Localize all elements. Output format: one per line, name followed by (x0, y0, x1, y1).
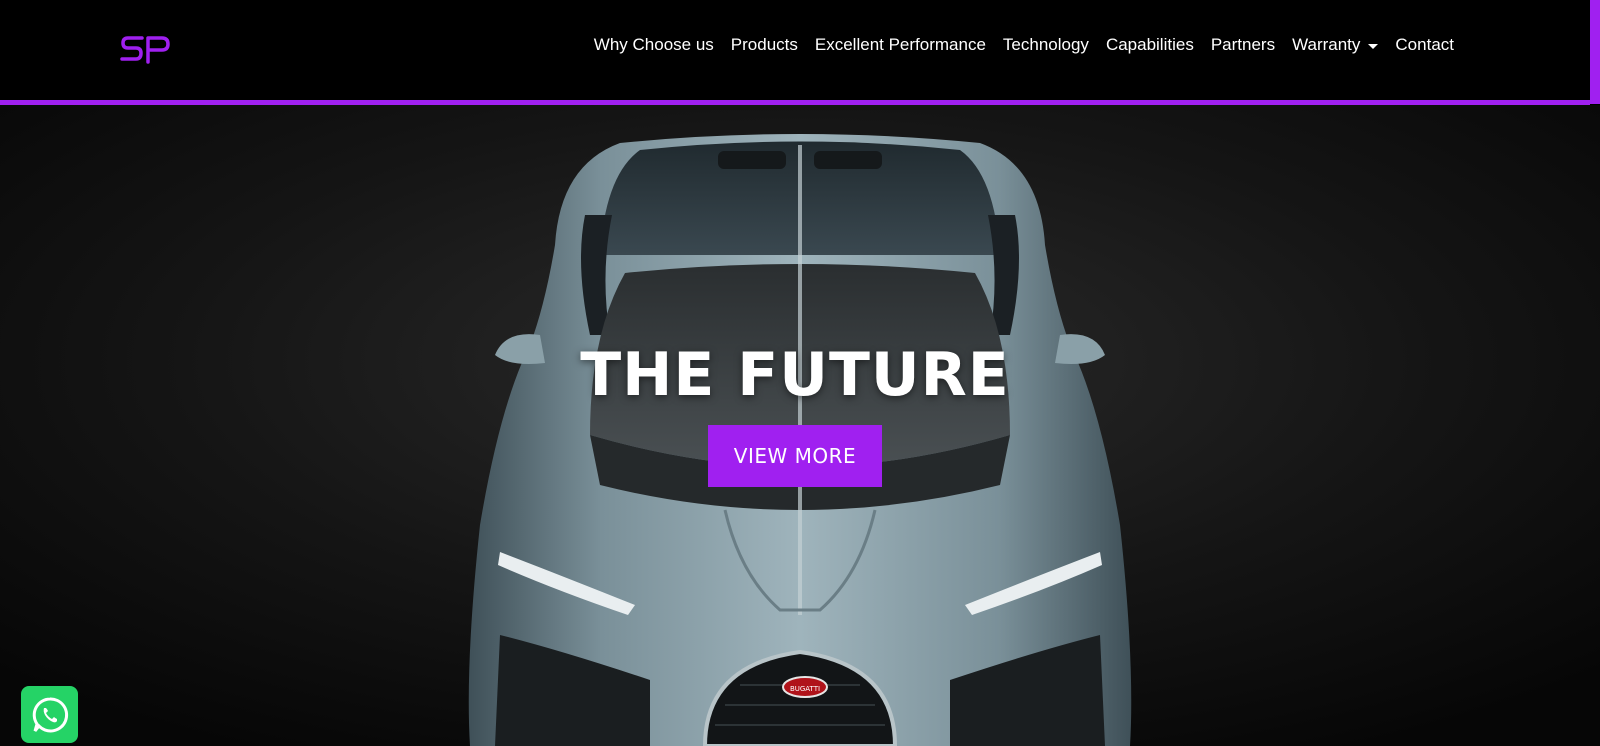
logo[interactable] (120, 32, 172, 66)
scroll-indicator (1590, 0, 1600, 104)
header-accent-border (0, 100, 1590, 105)
nav-products[interactable]: Products (731, 35, 798, 55)
nav-contact[interactable]: Contact (1395, 35, 1454, 55)
main-nav: Why Choose us Products Excellent Perform… (594, 35, 1454, 55)
whatsapp-button[interactable] (21, 686, 78, 743)
grille-badge: BUGATTI (790, 685, 820, 693)
nav-warranty-dropdown[interactable]: Warranty (1292, 35, 1379, 55)
whatsapp-icon (32, 696, 68, 732)
page: Why Choose us Products Excellent Perform… (0, 0, 1600, 746)
nav-technology[interactable]: Technology (1003, 35, 1089, 55)
caret-down-icon (1368, 43, 1379, 49)
site-header: Why Choose us Products Excellent Perform… (0, 0, 1590, 100)
nav-why-choose-us[interactable]: Why Choose us (594, 35, 714, 55)
sp-logo-icon (120, 36, 170, 64)
hero-title: THE FUTURE (580, 340, 1010, 410)
hero-content: THE FUTURE VIEW MORE (0, 345, 1590, 487)
nav-partners[interactable]: Partners (1211, 35, 1275, 55)
hero-section: BUGATTI THE FUTURE VIEW MORE (0, 105, 1600, 746)
nav-excellent-performance[interactable]: Excellent Performance (815, 35, 986, 55)
view-more-button[interactable]: VIEW MORE (708, 425, 882, 487)
nav-capabilities[interactable]: Capabilities (1106, 35, 1194, 55)
